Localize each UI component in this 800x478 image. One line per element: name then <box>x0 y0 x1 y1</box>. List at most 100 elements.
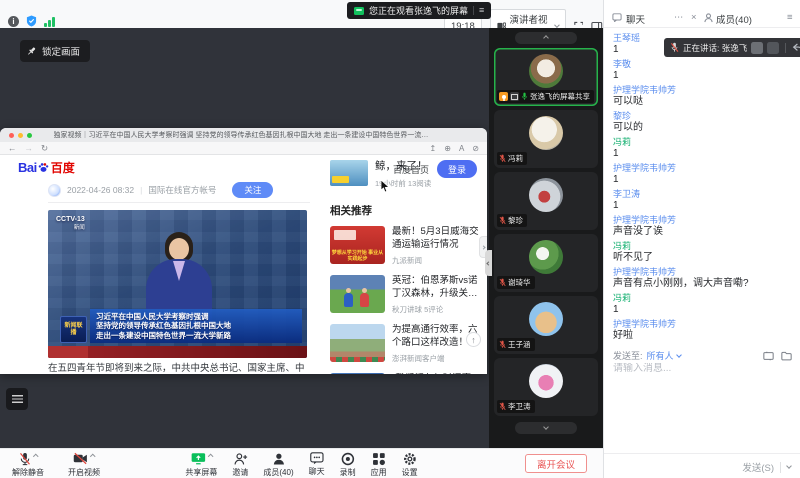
leave-meeting-button[interactable]: 离开会议 <box>525 454 587 473</box>
article-source[interactable]: 国际在线官方帐号 <box>148 184 216 196</box>
chat-sender[interactable]: 护理学院韦帅芳 <box>613 267 795 278</box>
back-icon[interactable]: ← <box>8 143 17 153</box>
apps-button[interactable]: 应用 <box>371 452 387 478</box>
members-menu-icon[interactable]: ≡ <box>787 12 793 23</box>
security-shield-icon[interactable] <box>26 15 37 27</box>
news-item[interactable]: 为提高通行效率，六个路口这样改造！澎湃新闻客户端 <box>330 324 482 364</box>
source-avatar[interactable] <box>48 184 61 197</box>
pin-view-label: 锁定画面 <box>42 44 80 58</box>
watching-banner-label: 您正在观看张逸飞的屏幕 <box>369 4 468 17</box>
watching-banner[interactable]: 您正在观看张逸飞的屏幕 ≡ <box>347 2 491 19</box>
forward-icon[interactable]: → <box>25 143 34 153</box>
article-body-text: 在五四青年节即将到来之际，中共中央总书记、国家主席、中央军委主席习近平25日上午… <box>48 362 310 374</box>
chat-sender[interactable]: 冯莉 <box>613 241 795 252</box>
news-title[interactable]: 最新！5月3日威海交通运输运行情况 <box>392 226 482 251</box>
baidu-page: Bai 百度 百度首页 登录 2022-04-26 08:32 | 国际在线官方… <box>0 155 487 374</box>
participant-tile[interactable]: 谢琦华 <box>494 234 598 292</box>
chat-sender[interactable]: 护理学院韦帅芳 <box>613 163 795 174</box>
chat-message: 冯莉1 <box>613 293 795 316</box>
record-button[interactable]: 录制 <box>340 452 356 478</box>
strip-scroll-up-button[interactable] <box>515 32 577 44</box>
news-title[interactable]: 英冠：伯恩茅斯vs诺丁汉森林，升级关… <box>392 275 482 300</box>
news-thumbnail: 梦想从学习开始 事业从实践起步 <box>330 226 385 264</box>
chat-sender[interactable]: 黎珍 <box>613 111 795 122</box>
mic-muted-icon <box>670 42 679 53</box>
collapse-strip-handle[interactable] <box>485 250 492 276</box>
chat-file-icon[interactable] <box>781 351 792 361</box>
browser-tab-title: 独家视频｜习近平在中国人民大学考察时强调 坚持党的领导传承红色基因扎根中国大地 … <box>54 130 434 140</box>
settings-button[interactable]: 设置 <box>402 452 418 478</box>
news-title[interactable]: “我们都在与时间赛跑” <box>392 373 482 374</box>
members-button[interactable]: 成员(40) <box>263 452 293 478</box>
share-screen-button[interactable]: 共享屏幕 <box>185 452 217 478</box>
chat-more-icon[interactable]: ⋯ <box>674 12 684 23</box>
chat-close-icon[interactable]: × <box>691 12 697 23</box>
reader-mode-icon[interactable]: A <box>459 144 464 153</box>
chevron-down-icon <box>554 22 559 27</box>
network-signal-icon[interactable] <box>44 16 55 27</box>
chat-sender[interactable]: 护理学院韦帅芳 <box>613 215 795 226</box>
chat-sender[interactable]: 李敬 <box>613 59 795 70</box>
camera-off-icon <box>73 452 88 465</box>
unmute-button[interactable]: 解除静音 <box>12 452 44 478</box>
chat-text: 1 <box>613 200 795 212</box>
mic-options-icon[interactable] <box>33 454 38 459</box>
banner-menu-icon[interactable]: ≡ <box>479 6 484 15</box>
chat-text: 声音有点小刚刚，调大声音嘞? <box>613 278 795 290</box>
participant-tile[interactable]: 黎珍 <box>494 172 598 230</box>
annotation-list-button[interactable] <box>6 388 28 410</box>
share-options-icon[interactable] <box>208 454 213 459</box>
mic-muted-icon <box>499 216 506 225</box>
news-title[interactable]: 鲸，来了！ <box>375 160 431 173</box>
participant-tile[interactable]: 张逸飞的屏幕共享 <box>494 48 598 106</box>
news-item[interactable]: 梦想从学习开始 事业从实践起步 最新！5月3日威海交通运输运行情况九派新闻 <box>330 226 482 266</box>
collapse-toast-icon[interactable] <box>792 43 800 52</box>
chat-text: 1 <box>613 70 795 82</box>
profile-icon[interactable]: ⊘ <box>472 144 479 153</box>
participant-tile[interactable]: 李卫涛 <box>494 358 598 416</box>
chat-text: 可以的 <box>613 122 795 134</box>
news-item[interactable]: 英冠：伯恩茅斯vs诺丁汉森林，升级关…秋刀讲球 5评论 <box>330 275 482 315</box>
chat-sender[interactable]: 护理学院韦帅芳 <box>613 85 795 96</box>
avatar <box>529 178 563 212</box>
back-to-top-button[interactable]: ↑ <box>466 332 481 347</box>
pin-view-button[interactable]: 锁定画面 <box>20 40 90 62</box>
news-item[interactable]: 纵览 “我们都在与时间赛跑”上观新闻 <box>330 373 482 374</box>
meeting-info-icon[interactable]: i <box>8 16 19 27</box>
send-to-selector[interactable]: 所有人 <box>647 349 681 362</box>
send-button[interactable]: 发送(S) <box>742 460 774 474</box>
members-panel-title[interactable]: 成员(40) <box>716 12 752 26</box>
chat-input[interactable] <box>613 363 792 374</box>
participant-tile[interactable]: 王子涵 <box>494 296 598 354</box>
refresh-icon[interactable]: ↻ <box>41 143 48 154</box>
baidu-logo[interactable]: Bai 百度 <box>18 159 75 176</box>
start-video-button[interactable]: 开启视频 <box>68 452 100 478</box>
participant-tile[interactable]: 冯莉 <box>494 110 598 168</box>
chat-button[interactable]: 聊天 <box>309 452 325 478</box>
participant-name: 黎珍 <box>508 215 523 226</box>
chat-sender[interactable]: 冯莉 <box>613 293 795 304</box>
send-options-icon[interactable] <box>786 463 792 469</box>
chat-message: 护理学院韦帅芳好啦 <box>613 319 795 342</box>
minimize-window-icon <box>18 133 23 138</box>
chat-panel: 聊天 ⋯ × 成员(40) ≡ 王琴瑶1 李敬1 护理学院韦帅芳可以哒 黎珍可以… <box>603 0 800 478</box>
video-options-icon[interactable] <box>91 454 96 459</box>
window-controls[interactable] <box>9 133 32 138</box>
follow-button[interactable]: 关注 <box>232 182 273 198</box>
shared-screen-stage: 锁定画面 独家视频｜习近平在中国人民大学考察时强调 坚持党的领导传承红色基因扎根… <box>0 28 489 448</box>
news-item[interactable]: 鲸，来了！ 19小时前 13阅读 <box>330 160 482 189</box>
extensions-icon[interactable]: ⊕ <box>444 144 451 153</box>
chat-message-list[interactable]: 王琴瑶1 李敬1 护理学院韦帅芳可以哒 黎珍可以的 冯莉1 护理学院韦帅芳1 李… <box>613 33 795 346</box>
news-video-player[interactable]: CCTV-13新闻 新闻联播 习近平在中国人民大学考察时强调 坚持党的领导传承红… <box>48 210 307 358</box>
chat-sender[interactable]: 护理学院韦帅芳 <box>613 319 795 330</box>
chat-sender[interactable]: 冯莉 <box>613 137 795 148</box>
screenshot-icon[interactable] <box>763 351 774 361</box>
share-icon[interactable]: ↥ <box>430 144 437 153</box>
chat-bubble-icon <box>612 13 622 22</box>
speaking-toast[interactable]: 正在讲话: 张逸飞 <box>664 38 800 57</box>
chat-sender[interactable]: 李卫涛 <box>613 189 795 200</box>
strip-scroll-down-button[interactable] <box>515 422 577 434</box>
meeting-window: i 19:18 演讲者视图 您正在观看张逸飞的屏幕 ≡ 锁定画面 <box>0 0 800 478</box>
invite-button[interactable]: 邀请 <box>232 452 248 478</box>
divider <box>48 202 310 203</box>
